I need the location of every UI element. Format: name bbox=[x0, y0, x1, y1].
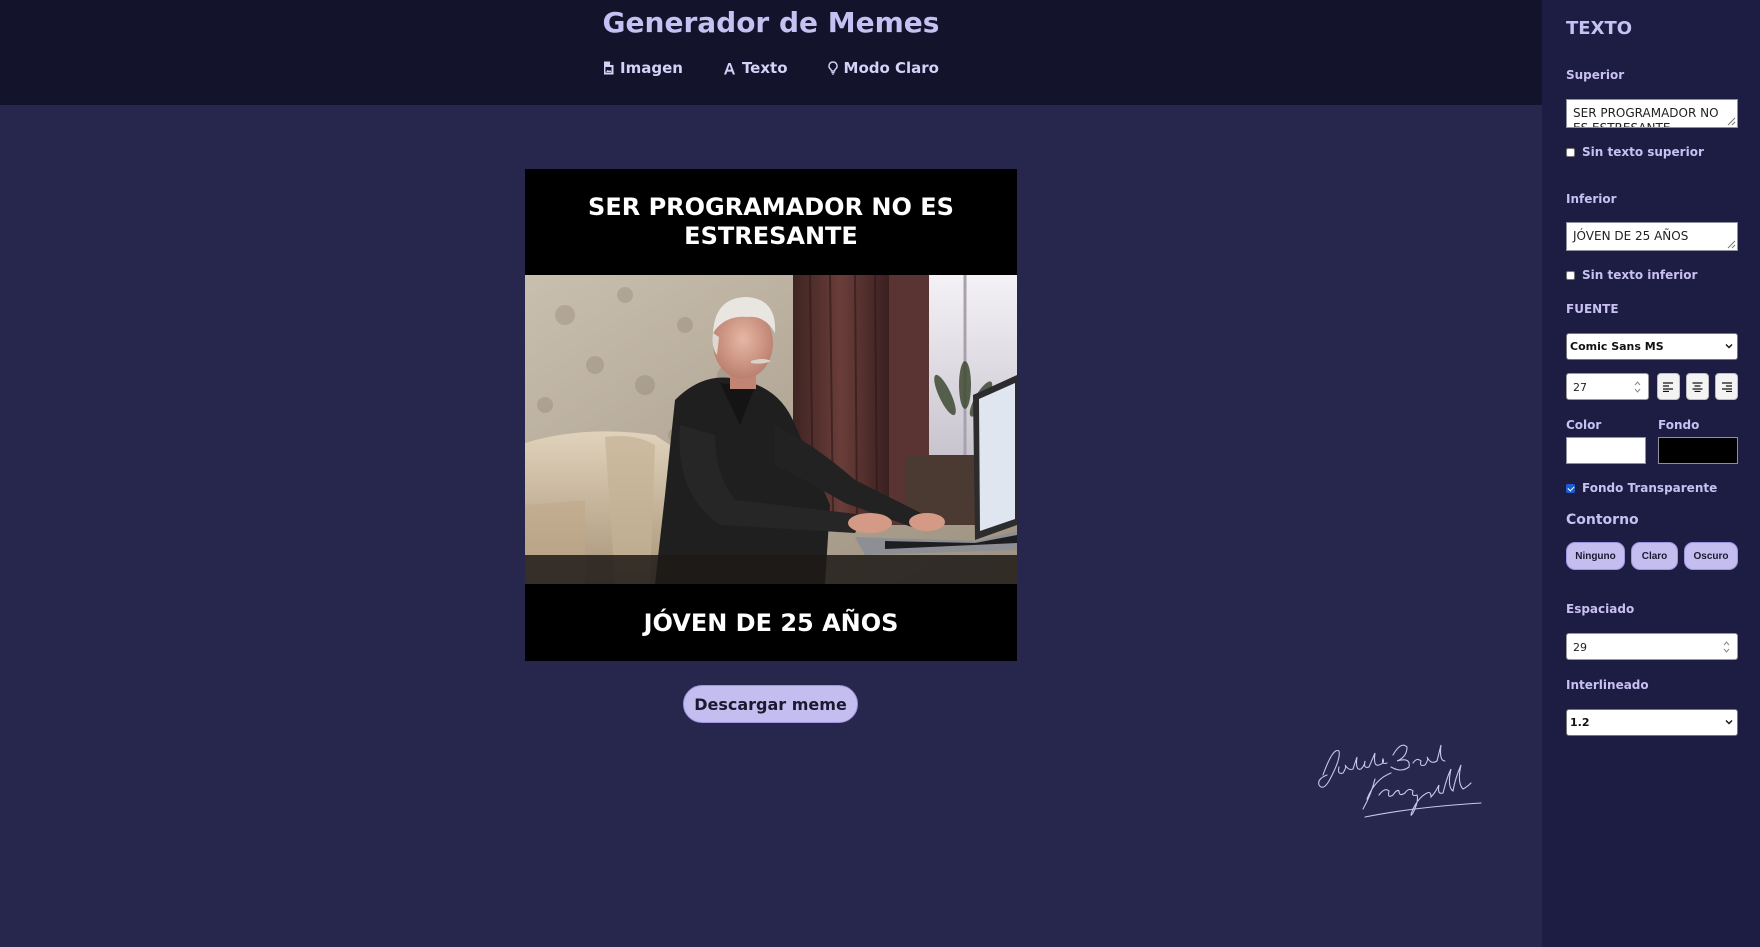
app-title: Generador de Memes bbox=[602, 6, 940, 39]
spacing-label: Espaciado bbox=[1566, 602, 1635, 616]
transparent-background-option[interactable]: Fondo Transparente bbox=[1566, 481, 1717, 495]
line-height-value: 1.2 bbox=[1570, 716, 1590, 729]
align-right-icon bbox=[1722, 381, 1732, 392]
align-left-button[interactable] bbox=[1657, 373, 1680, 400]
font-family-select[interactable]: Comic Sans MS bbox=[1566, 333, 1738, 360]
font-icon bbox=[723, 62, 735, 74]
panel-title: TEXTO bbox=[1566, 18, 1633, 39]
nav-item-label: Texto bbox=[741, 59, 788, 77]
text-color-picker[interactable] bbox=[1566, 437, 1646, 464]
download-meme-button[interactable]: Descargar meme bbox=[683, 685, 858, 723]
top-text-label: Superior bbox=[1566, 68, 1625, 82]
main-nav: Imagen Texto Modo Claro bbox=[0, 59, 1542, 77]
line-height-label: Interlineado bbox=[1566, 678, 1649, 692]
outline-none-button[interactable]: Ninguno bbox=[1566, 542, 1625, 570]
transparent-background-checkbox[interactable] bbox=[1566, 483, 1575, 493]
transparent-background-label: Fondo Transparente bbox=[1582, 481, 1718, 495]
bottom-text-input[interactable]: JÓVEN DE 25 AÑOS bbox=[1566, 222, 1738, 251]
text-settings-panel: TEXTO Superior SER PROGRAMADOR NO ES EST… bbox=[1542, 0, 1760, 947]
nav-item-modo-claro[interactable]: Modo Claro bbox=[827, 59, 939, 77]
align-left-icon bbox=[1663, 381, 1673, 392]
outline-dark-button[interactable]: Oscuro bbox=[1684, 542, 1738, 570]
background-label: Fondo bbox=[1658, 418, 1700, 432]
header: Generador de Memes Imagen Texto Modo Cla bbox=[0, 0, 1542, 105]
line-height-select[interactable]: 1.2 bbox=[1566, 709, 1738, 736]
outline-heading: Contorno bbox=[1566, 512, 1639, 528]
color-label: Color bbox=[1566, 418, 1602, 432]
chevron-down-icon bbox=[1725, 720, 1733, 725]
spinner-icon[interactable] bbox=[1633, 380, 1642, 394]
background-color-picker[interactable] bbox=[1658, 437, 1738, 464]
top-text-value: SER PROGRAMADOR NO ES ESTRESANTE bbox=[1573, 106, 1719, 128]
align-center-icon bbox=[1692, 381, 1703, 392]
top-text-input[interactable]: SER PROGRAMADOR NO ES ESTRESANTE bbox=[1566, 99, 1738, 128]
no-bottom-text-checkbox[interactable] bbox=[1566, 270, 1575, 280]
no-top-text-label: Sin texto superior bbox=[1582, 145, 1704, 159]
meme-canvas: SER PROGRAMADOR NO ES ESTRESANTE JÓVEN D… bbox=[525, 169, 1017, 661]
no-bottom-text-option[interactable]: Sin texto inferior bbox=[1566, 268, 1697, 282]
bottom-text-value: JÓVEN DE 25 AÑOS bbox=[1573, 229, 1689, 243]
font-family-value: Comic Sans MS bbox=[1570, 340, 1664, 353]
font-label: FUENTE bbox=[1566, 302, 1619, 316]
spacing-input[interactable]: 29 bbox=[1566, 633, 1738, 660]
no-top-text-checkbox[interactable] bbox=[1566, 147, 1575, 157]
nav-item-imagen[interactable]: Imagen bbox=[603, 59, 683, 77]
file-image-icon bbox=[604, 61, 614, 75]
meme-bottom-text: JÓVEN DE 25 AÑOS bbox=[643, 608, 899, 637]
resize-grip-icon[interactable] bbox=[1726, 239, 1736, 249]
spacing-value: 29 bbox=[1573, 641, 1587, 654]
spinner-icon[interactable] bbox=[1722, 640, 1731, 654]
font-size-value: 27 bbox=[1573, 381, 1587, 394]
font-size-input[interactable]: 27 bbox=[1566, 373, 1649, 400]
no-top-text-option[interactable]: Sin texto superior bbox=[1566, 145, 1704, 159]
chevron-down-icon bbox=[1725, 344, 1733, 349]
nav-item-label: Modo Claro bbox=[843, 59, 939, 77]
meme-top-text: SER PROGRAMADOR NO ES ESTRESANTE bbox=[588, 192, 954, 250]
lightbulb-icon bbox=[827, 61, 838, 75]
bottom-text-label: Inferior bbox=[1566, 192, 1617, 206]
signature-image bbox=[1318, 744, 1482, 818]
nav-item-label: Imagen bbox=[620, 59, 683, 77]
align-right-button[interactable] bbox=[1715, 373, 1738, 400]
resize-grip-icon[interactable] bbox=[1726, 116, 1736, 126]
meme-image bbox=[525, 275, 1017, 584]
nav-item-texto[interactable]: Texto bbox=[723, 59, 788, 77]
outline-light-button[interactable]: Claro bbox=[1631, 542, 1678, 570]
align-center-button[interactable] bbox=[1686, 373, 1709, 400]
no-bottom-text-label: Sin texto inferior bbox=[1582, 268, 1698, 282]
